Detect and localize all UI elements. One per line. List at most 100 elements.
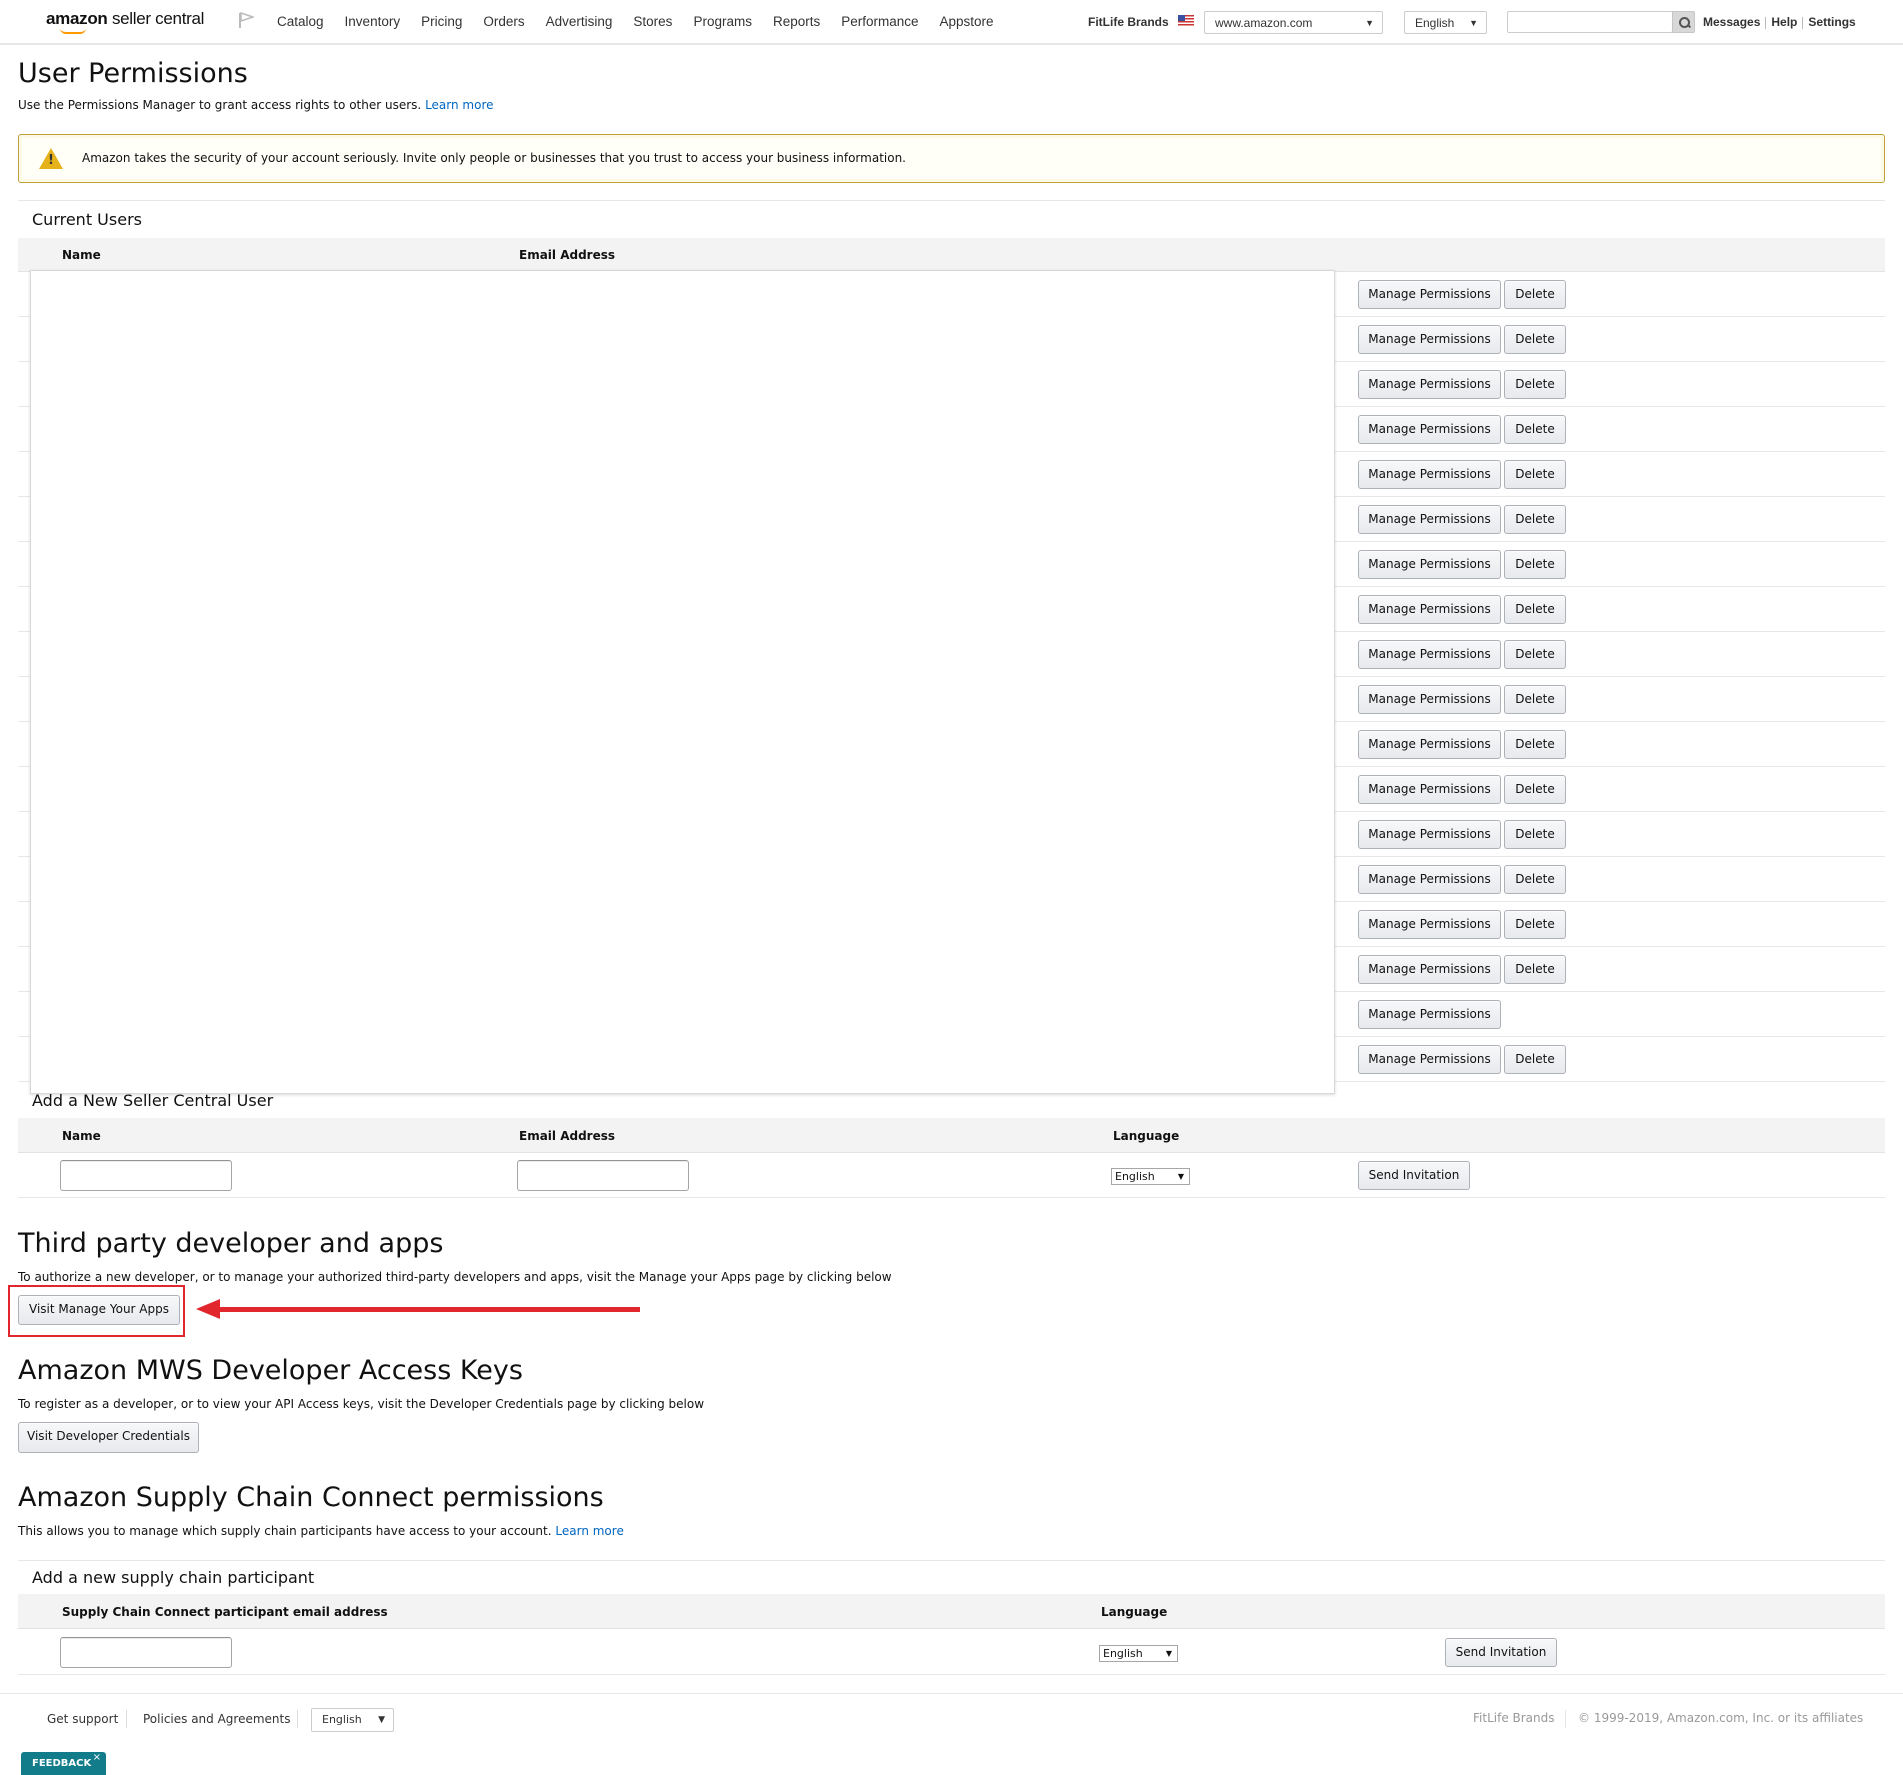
chevron-down-icon: ▼ [1469,18,1478,28]
divider [1565,1710,1566,1728]
participant-email-input[interactable] [60,1637,232,1668]
nav-reports[interactable]: Reports [773,14,820,29]
participant-send-invitation-button[interactable]: Send Invitation [1445,1638,1557,1667]
delete-button[interactable]: Delete [1504,865,1566,894]
divider [18,1560,1885,1561]
manage-permissions-button[interactable]: Manage Permissions [1358,775,1501,804]
column-email: Email Address [519,248,616,262]
column-participant-email: Supply Chain Connect participant email a… [62,1605,388,1619]
marketplace-select[interactable]: www.amazon.com ▼ [1204,11,1383,34]
delete-button[interactable]: Delete [1504,550,1566,579]
delete-button[interactable]: Delete [1504,595,1566,624]
manage-permissions-button[interactable]: Manage Permissions [1358,1000,1501,1029]
add-user-row [18,1153,1885,1198]
nav-performance[interactable]: Performance [841,14,918,29]
nav-stores[interactable]: Stores [633,14,672,29]
account-name: FitLife Brands [1088,15,1169,29]
supply-chain-learn-more-link[interactable]: Learn more [555,1524,623,1538]
manage-permissions-button[interactable]: Manage Permissions [1358,550,1501,579]
mws-title: Amazon MWS Developer Access Keys [18,1355,523,1386]
manage-permissions-button[interactable]: Manage Permissions [1358,640,1501,669]
manage-permissions-button[interactable]: Manage Permissions [1358,415,1501,444]
manage-permissions-button[interactable]: Manage Permissions [1358,280,1501,309]
manage-permissions-button[interactable]: Manage Permissions [1358,910,1501,939]
participant-row [18,1629,1885,1675]
mws-description: To register as a developer, or to view y… [18,1397,705,1411]
send-invitation-button[interactable]: Send Invitation [1358,1161,1470,1190]
divider [297,1710,298,1728]
close-icon[interactable]: × [93,1746,101,1770]
nav-orders[interactable]: Orders [483,14,524,29]
column-name: Name [62,248,101,262]
chevron-down-icon: ▼ [1365,18,1374,28]
delete-button[interactable]: Delete [1504,775,1566,804]
language-value: English [1103,1647,1143,1660]
new-user-name-input[interactable] [60,1160,232,1191]
seller-central-logo[interactable]: amazon seller central [46,9,205,34]
messages-link[interactable]: Messages [1703,15,1760,29]
nav-inventory[interactable]: Inventory [345,14,401,29]
delete-button[interactable]: Delete [1504,820,1566,849]
manage-permissions-button[interactable]: Manage Permissions [1358,1045,1501,1074]
flag-icon[interactable] [238,12,254,28]
settings-link[interactable]: Settings [1808,15,1855,29]
delete-button[interactable]: Delete [1504,460,1566,489]
nav-advertising[interactable]: Advertising [546,14,613,29]
logo-product: seller central [111,9,205,28]
delete-button[interactable]: Delete [1504,640,1566,669]
manage-permissions-button[interactable]: Manage Permissions [1358,325,1501,354]
supply-chain-text: This allows you to manage which supply c… [18,1524,552,1538]
divider [1802,16,1804,29]
search-icon[interactable] [1672,11,1695,33]
current-users-table-header: Name Email Address [18,238,1885,272]
annotation-arrow [218,1307,640,1312]
manage-permissions-button[interactable]: Manage Permissions [1358,685,1501,714]
participant-language-select[interactable]: English ▼ [1099,1645,1178,1662]
nav-pricing[interactable]: Pricing [421,14,462,29]
delete-button[interactable]: Delete [1504,370,1566,399]
delete-button[interactable]: Delete [1504,910,1566,939]
policies-link[interactable]: Policies and Agreements [143,1712,291,1726]
delete-button[interactable]: Delete [1504,415,1566,444]
delete-button[interactable]: Delete [1504,280,1566,309]
delete-button[interactable]: Delete [1504,1045,1566,1074]
delete-button[interactable]: Delete [1504,505,1566,534]
get-support-link[interactable]: Get support [47,1712,118,1726]
column-language: Language [1101,1605,1168,1619]
manage-permissions-button[interactable]: Manage Permissions [1358,370,1501,399]
manage-permissions-button[interactable]: Manage Permissions [1358,865,1501,894]
learn-more-link[interactable]: Learn more [425,98,493,112]
delete-button[interactable]: Delete [1504,730,1566,759]
manage-permissions-button[interactable]: Manage Permissions [1358,595,1501,624]
search-input[interactable] [1507,11,1673,33]
alert-text: Amazon takes the security of your accoun… [82,151,906,165]
feedback-button[interactable]: FEEDBACK × [21,1752,106,1775]
chevron-down-icon: ▼ [1177,1172,1184,1181]
nav-appstore[interactable]: Appstore [940,14,994,29]
help-link[interactable]: Help [1771,15,1797,29]
column-name: Name [62,1129,101,1143]
supply-chain-title: Amazon Supply Chain Connect permissions [18,1482,604,1513]
delete-button[interactable]: Delete [1504,685,1566,714]
language-select[interactable]: English ▼ [1404,11,1487,34]
top-links: Messages Help Settings [1703,15,1856,29]
security-alert: Amazon takes the security of your accoun… [18,134,1885,183]
add-user-table-header: Name Email Address Language [18,1118,1885,1153]
footer-language-select[interactable]: English ▼ [311,1708,394,1732]
supply-chain-description: This allows you to manage which supply c… [18,1524,624,1538]
visit-developer-credentials-button[interactable]: Visit Developer Credentials [18,1422,199,1453]
delete-button[interactable]: Delete [1504,955,1566,984]
manage-permissions-button[interactable]: Manage Permissions [1358,955,1501,984]
add-user-title: Add a New Seller Central User [32,1091,274,1110]
manage-permissions-button[interactable]: Manage Permissions [1358,505,1501,534]
nav-programs[interactable]: Programs [693,14,752,29]
manage-permissions-button[interactable]: Manage Permissions [1358,820,1501,849]
manage-permissions-button[interactable]: Manage Permissions [1358,730,1501,759]
new-user-email-input[interactable] [517,1160,689,1191]
annotation-highlight-box [8,1285,185,1337]
manage-permissions-button[interactable]: Manage Permissions [1358,460,1501,489]
new-user-language-select[interactable]: English ▼ [1111,1168,1190,1185]
delete-button[interactable]: Delete [1504,325,1566,354]
subtitle-text: Use the Permissions Manager to grant acc… [18,98,422,112]
nav-catalog[interactable]: Catalog [277,14,324,29]
